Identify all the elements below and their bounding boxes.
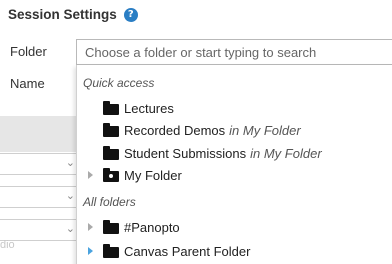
chevron-down-icon: ⌄ [65, 156, 75, 169]
folder-item-lectures[interactable]: Lectures [103, 98, 174, 118]
background-select[interactable]: ⌄ [0, 219, 78, 241]
all-folders-header: All folders [83, 195, 136, 209]
chevron-down-icon: ⌄ [65, 222, 75, 235]
folder-search-input[interactable] [76, 39, 392, 65]
expand-arrow-icon[interactable] [88, 247, 93, 255]
folder-item-student-submissions[interactable]: Student Submissions in My Folder [103, 143, 322, 163]
folder-icon [103, 100, 119, 115]
question-circle-icon[interactable]: ? [123, 7, 138, 22]
background-panel [0, 116, 78, 152]
folder-item-location: in My Folder [229, 122, 301, 138]
folder-item-label: Lectures [124, 100, 174, 116]
folder-icon [103, 122, 119, 137]
chevron-down-icon: ⌄ [65, 189, 75, 202]
expand-arrow-icon[interactable] [88, 171, 93, 179]
user-folder-icon [103, 167, 119, 182]
folder-item-label: Student Submissions [124, 145, 247, 161]
folder-item-canvas-parent-folder[interactable]: Canvas Parent Folder [103, 241, 250, 261]
folder-icon [103, 145, 119, 160]
folder-icon [103, 243, 119, 258]
folder-item-my-folder[interactable]: My Folder [103, 165, 182, 185]
quick-access-header: Quick access [83, 76, 155, 90]
folder-item-label: Recorded Demos [124, 122, 226, 138]
background-partial-text: dio [0, 239, 15, 251]
folder-item-recorded-demos[interactable]: Recorded Demos in My Folder [103, 120, 301, 140]
folder-item-label: My Folder [124, 167, 182, 183]
background-select[interactable]: ⌄ [0, 153, 78, 175]
folder-label: Folder [10, 44, 47, 59]
folder-item-panopto[interactable]: #Panopto [103, 217, 180, 237]
folder-item-location: in My Folder [250, 145, 322, 161]
expand-arrow-icon[interactable] [88, 223, 93, 231]
name-label: Name [10, 76, 45, 91]
background-select[interactable]: ⌄ [0, 186, 78, 208]
session-settings-panel: Session Settings ? Folder Name ⌄ ⌄ ⌄ dio… [0, 0, 392, 264]
folder-item-label: #Panopto [124, 219, 180, 235]
folder-dropdown: Quick access Lectures Recorded Demos in … [76, 65, 392, 264]
panel-title-text: Session Settings [8, 7, 117, 22]
folder-icon [103, 219, 119, 234]
folder-item-label: Canvas Parent Folder [124, 243, 251, 259]
panel-title: Session Settings ? [8, 7, 138, 22]
